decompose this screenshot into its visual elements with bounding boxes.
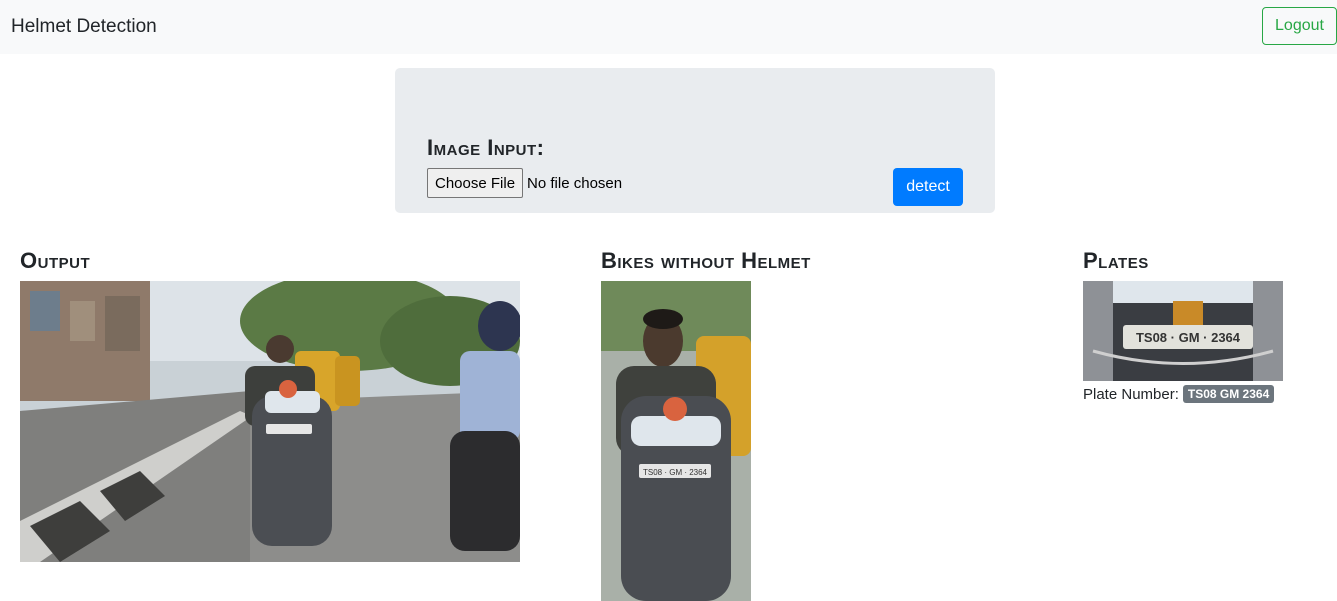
navbar-brand[interactable]: Helmet Detection	[11, 15, 157, 39]
image-input-card: Image Input: Choose File No file chosen …	[395, 68, 995, 213]
svg-text:TS08 · GM · 2364: TS08 · GM · 2364	[1136, 330, 1241, 345]
svg-text:TS08 · GM · 2364: TS08 · GM · 2364	[643, 468, 708, 477]
output-title: Output	[20, 248, 91, 273]
plate-number-label: Plate Number:	[1083, 385, 1179, 403]
plate-number-line: Plate Number: TS08 GM 2364	[1083, 385, 1275, 403]
output-image	[20, 281, 520, 562]
logout-button[interactable]: Logout	[1262, 7, 1337, 45]
choose-file-button[interactable]: Choose File	[427, 168, 524, 198]
file-input[interactable]: Choose File No file chosen	[427, 168, 622, 198]
plate-number-badge: TS08 GM 2364	[1182, 385, 1275, 403]
image-input-title: Image Input:	[427, 135, 545, 160]
file-status-text: No file chosen	[527, 174, 623, 192]
navbar: Helmet Detection Logout	[0, 0, 1337, 54]
bikes-without-helmet-title: Bikes without Helmet	[601, 248, 811, 273]
plate-image: TS08 · GM · 2364	[1083, 281, 1283, 381]
bike-without-helmet-image: TS08 · GM · 2364	[601, 281, 751, 601]
plates-title: Plates	[1083, 248, 1149, 273]
detect-button[interactable]: detect	[893, 168, 963, 206]
